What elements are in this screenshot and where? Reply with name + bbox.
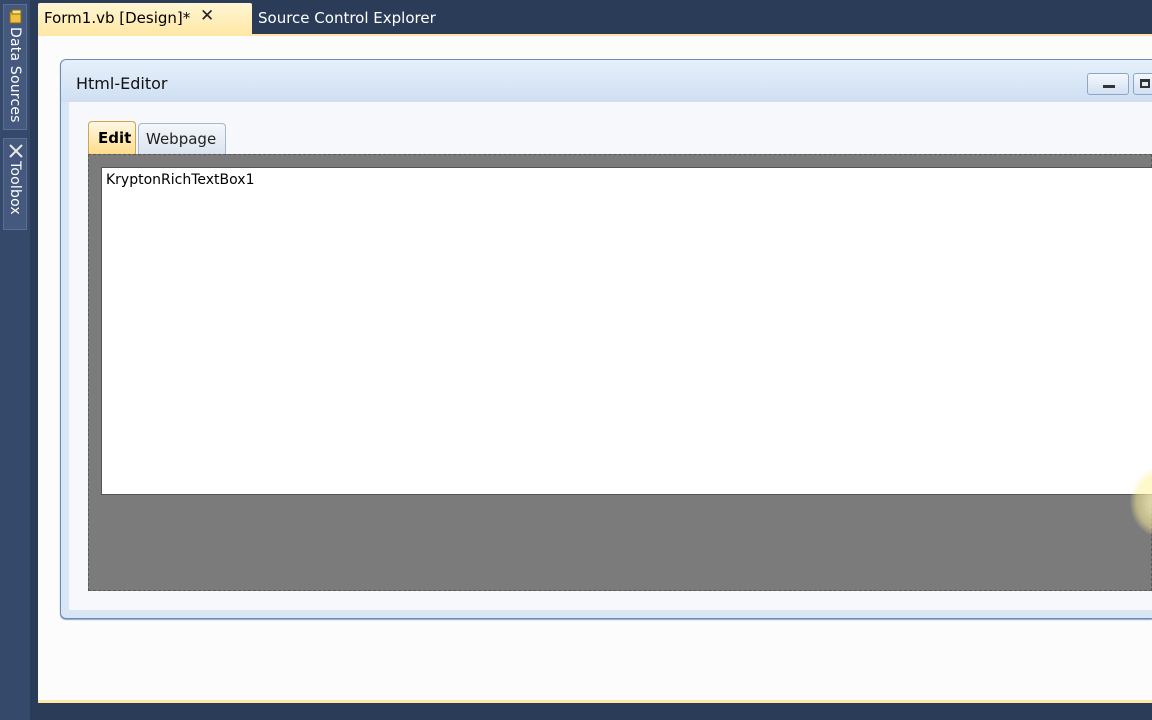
close-icon[interactable]: ✕ [200, 8, 214, 25]
form-title-bar[interactable]: Html-Editor [61, 60, 1152, 102]
maximize-icon [1140, 79, 1150, 88]
form1-design-tab-label: Form1.vb [Design]* [44, 9, 191, 27]
rich-textbox-content: KryptonRichTextBox1 [106, 172, 255, 188]
minimize-button[interactable] [1087, 73, 1129, 95]
ide-window: Data Sources Toolbox Form1.vb [Design]* … [0, 0, 1152, 720]
form1-design-tab[interactable]: Form1.vb [Design]* ✕ [38, 3, 252, 34]
side-tool-strip: Data Sources Toolbox [0, 0, 30, 720]
tab-edit[interactable]: Edit [88, 121, 136, 154]
edit-tab-panel: KryptonRichTextBox1 [88, 154, 1152, 591]
database-icon [9, 9, 22, 24]
data-sources-label: Data Sources [7, 27, 23, 123]
html-editor-form[interactable]: Html-Editor Edit Webpage KryptonRichText… [60, 59, 1152, 619]
minimize-icon [1103, 85, 1115, 88]
tools-icon [9, 144, 23, 158]
toolbox-label: Toolbox [7, 161, 23, 215]
document-tab-row: Form1.vb [Design]* ✕ Source Control Expl… [30, 0, 1152, 34]
source-control-explorer-tab[interactable]: Source Control Explorer [258, 6, 458, 32]
bottom-panel-strip [38, 700, 1152, 720]
data-sources-tab[interactable]: Data Sources [3, 4, 27, 130]
krypton-rich-textbox[interactable]: KryptonRichTextBox1 [101, 167, 1152, 495]
maximize-button[interactable] [1133, 73, 1152, 95]
tab-edit-label: Edit [98, 129, 132, 147]
tab-webpage-label: Webpage [146, 130, 217, 148]
tab-webpage[interactable]: Webpage [138, 123, 226, 154]
toolbox-tab[interactable]: Toolbox [3, 138, 27, 230]
form-title: Html-Editor [76, 74, 168, 93]
form-client-area: Edit Webpage KryptonRichTextBox1 [69, 102, 1152, 610]
source-control-explorer-tab-label: Source Control Explorer [258, 9, 436, 27]
